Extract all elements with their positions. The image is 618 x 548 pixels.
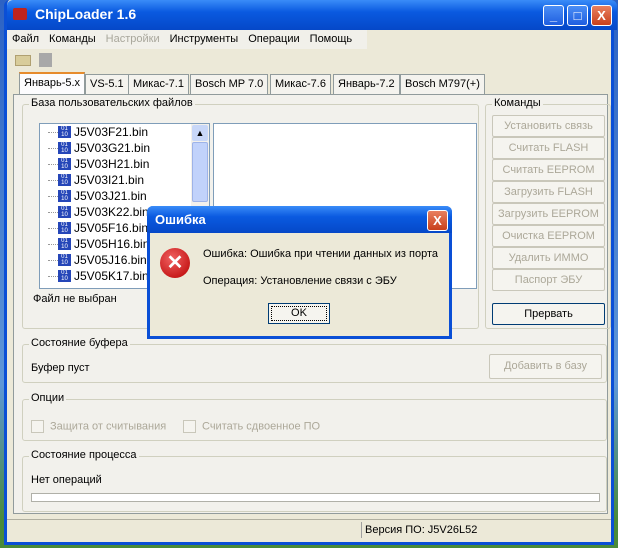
- tab-mikas-7-1[interactable]: Микас-7.1: [128, 74, 189, 94]
- file-item[interactable]: 01 10 J5V03J21.bin: [40, 188, 209, 204]
- read-flash-button[interactable]: Считать FLASH: [492, 137, 605, 159]
- read-protection-option[interactable]: Защита от считывания: [31, 420, 166, 433]
- tab-vs-5-1[interactable]: VS-5.1: [85, 74, 129, 94]
- load-eeprom-button[interactable]: Загрузить EEPROM: [492, 203, 605, 225]
- scroll-up-icon[interactable]: ▲: [192, 125, 208, 141]
- menu-commands[interactable]: Команды: [44, 30, 101, 49]
- clear-eeprom-button[interactable]: Очистка EEPROM: [492, 225, 605, 247]
- maximize-button[interactable]: □: [567, 5, 588, 26]
- tab-january-7-2[interactable]: Январь-7.2: [333, 74, 400, 94]
- tab-bosch-m797[interactable]: Bosch M797(+): [400, 74, 485, 94]
- file-item[interactable]: 01 10 J5V03I21.bin: [40, 172, 209, 188]
- binary-file-icon: 01 10: [58, 142, 71, 154]
- read-double-option[interactable]: Считать сдвоенное ПО: [183, 420, 320, 433]
- tab-january-5x[interactable]: Январь-5.x: [19, 72, 86, 95]
- buffer-group-title: Состояние буфера: [29, 337, 130, 349]
- load-flash-button[interactable]: Загрузить FLASH: [492, 181, 605, 203]
- file-name: J5V05H16.bin: [74, 237, 150, 251]
- menu-help[interactable]: Помощь: [305, 30, 358, 49]
- read-double-label: Считать сдвоенное ПО: [202, 420, 321, 433]
- status-separator: [361, 522, 362, 538]
- tab-bosch-mp-7-0[interactable]: Bosch MP 7.0: [190, 74, 269, 94]
- menu-bar: Файл Команды Настройки Инструменты Опера…: [7, 30, 367, 49]
- options-group: Опции Защита от считывания Считать сдвое…: [22, 392, 607, 441]
- file-name: J5V05F16.bin: [74, 221, 149, 235]
- read-eeprom-button[interactable]: Считать EEPROM: [492, 159, 605, 181]
- title-bar: ChipLoader 1.6 _ □ X: [7, 0, 617, 30]
- read-protection-checkbox[interactable]: [31, 420, 44, 433]
- file-name: J5V05J16.bin: [74, 253, 147, 267]
- menu-file[interactable]: Файл: [7, 30, 44, 49]
- binary-file-icon: 01 10: [58, 190, 71, 202]
- remove-immo-button[interactable]: Удалить ИММО: [492, 247, 605, 269]
- status-bar: Версия ПО: J5V26L52: [7, 519, 611, 539]
- buffer-group: Состояние буфера Буфер пуст Добавить в б…: [22, 337, 607, 383]
- error-dialog: Ошибка X ✕ Ошибка: Ошибка при чтении дан…: [147, 206, 452, 339]
- operation-message: Операция: Установление связи с ЭБУ: [203, 275, 397, 287]
- file-name: J5V03H21.bin: [74, 157, 150, 171]
- process-group: Состояние процесса Нет операций: [22, 449, 607, 512]
- open-folder-icon[interactable]: [15, 55, 31, 66]
- abort-button[interactable]: Прервать: [492, 303, 605, 325]
- ok-button[interactable]: OK: [268, 303, 330, 324]
- binary-file-icon: 01 10: [58, 158, 71, 170]
- binary-file-icon: 01 10: [58, 270, 71, 282]
- error-message: Ошибка: Ошибка при чтении данных из порт…: [203, 248, 438, 260]
- app-icon: [13, 8, 27, 20]
- scroll-thumb[interactable]: [192, 142, 208, 202]
- process-status: Нет операций: [31, 474, 102, 486]
- binary-file-icon: 01 10: [58, 238, 71, 250]
- file-name: J5V03K22.bin: [74, 205, 149, 219]
- binary-file-icon: 01 10: [58, 222, 71, 234]
- file-name: J5V03J21.bin: [74, 189, 147, 203]
- tab-mikas-7-6[interactable]: Микас-7.6: [270, 74, 331, 94]
- menu-operations[interactable]: Операции: [243, 30, 304, 49]
- file-name: J5V03I21.bin: [74, 173, 145, 187]
- add-to-database-button[interactable]: Добавить в базу: [489, 354, 602, 379]
- file-name: J5V05K17.bin: [74, 269, 149, 283]
- firmware-version: Версия ПО: J5V26L52: [365, 524, 478, 536]
- file-item[interactable]: 01 10 J5V03G21.bin: [40, 140, 209, 156]
- minimize-button[interactable]: _: [543, 5, 564, 26]
- ecu-passport-button[interactable]: Паспорт ЭБУ: [492, 269, 605, 291]
- options-group-title: Опции: [29, 392, 67, 404]
- process-group-title: Состояние процесса: [29, 449, 139, 461]
- file-name: J5V03F21.bin: [74, 125, 149, 139]
- progress-bar: [31, 493, 600, 502]
- file-item[interactable]: 01 10 J5V03F21.bin: [40, 124, 209, 140]
- read-double-checkbox[interactable]: [183, 420, 196, 433]
- window-title: ChipLoader 1.6: [35, 6, 137, 22]
- binary-file-icon: 01 10: [58, 206, 71, 218]
- dialog-title-bar: Ошибка: [147, 206, 452, 233]
- binary-file-icon: 01 10: [58, 126, 71, 138]
- file-name: J5V03G21.bin: [74, 141, 151, 155]
- files-group-title: База пользовательских файлов: [29, 97, 195, 109]
- commands-group: Команды Установить связь Считать FLASH С…: [485, 97, 611, 329]
- dialog-title: Ошибка: [155, 212, 206, 227]
- binary-file-icon: 01 10: [58, 174, 71, 186]
- commands-group-title: Команды: [492, 97, 543, 109]
- menu-settings[interactable]: Настройки: [101, 30, 165, 49]
- menu-tools[interactable]: Инструменты: [165, 30, 244, 49]
- read-protection-label: Защита от считывания: [50, 420, 167, 433]
- buffer-status: Буфер пуст: [31, 362, 90, 374]
- stop-icon[interactable]: [39, 53, 52, 67]
- error-icon: ✕: [160, 248, 190, 278]
- close-button[interactable]: X: [591, 5, 612, 26]
- dialog-close-button[interactable]: X: [427, 210, 448, 231]
- file-status: Файл не выбран: [33, 293, 117, 305]
- file-item[interactable]: 01 10 J5V03H21.bin: [40, 156, 209, 172]
- binary-file-icon: 01 10: [58, 254, 71, 266]
- connect-button[interactable]: Установить связь: [492, 115, 605, 137]
